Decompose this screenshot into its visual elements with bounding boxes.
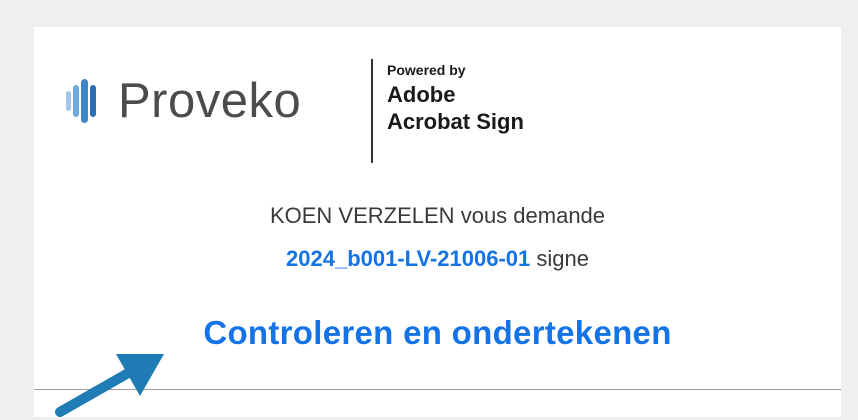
request-message: vous demande [460, 203, 606, 228]
proveko-logo-text: Proveko [118, 73, 302, 128]
logo-divider [371, 59, 373, 163]
pointer-arrow-icon [55, 354, 164, 417]
request-suffix: signe [536, 246, 589, 271]
request-document-line: 2024_b001-LV-21006-01 signe [34, 246, 841, 272]
proveko-logo: Proveko [64, 71, 301, 131]
brand-header: Proveko Powered by Adobe Acrobat Sign [34, 27, 841, 167]
proveko-logo-icon [66, 79, 96, 123]
powered-by-label: Powered by [387, 62, 466, 78]
adobe-label: Adobe [387, 82, 456, 107]
acrobat-sign-label: Acrobat Sign [387, 109, 524, 134]
powered-by-adobe-sign: Powered by Adobe Acrobat Sign [387, 62, 524, 135]
document-name: 2024_b001-LV-21006-01 [286, 246, 531, 271]
request-sender-line: KOEN VERZELEN vous demande [34, 203, 841, 229]
sender-name: KOEN VERZELEN [269, 203, 455, 228]
